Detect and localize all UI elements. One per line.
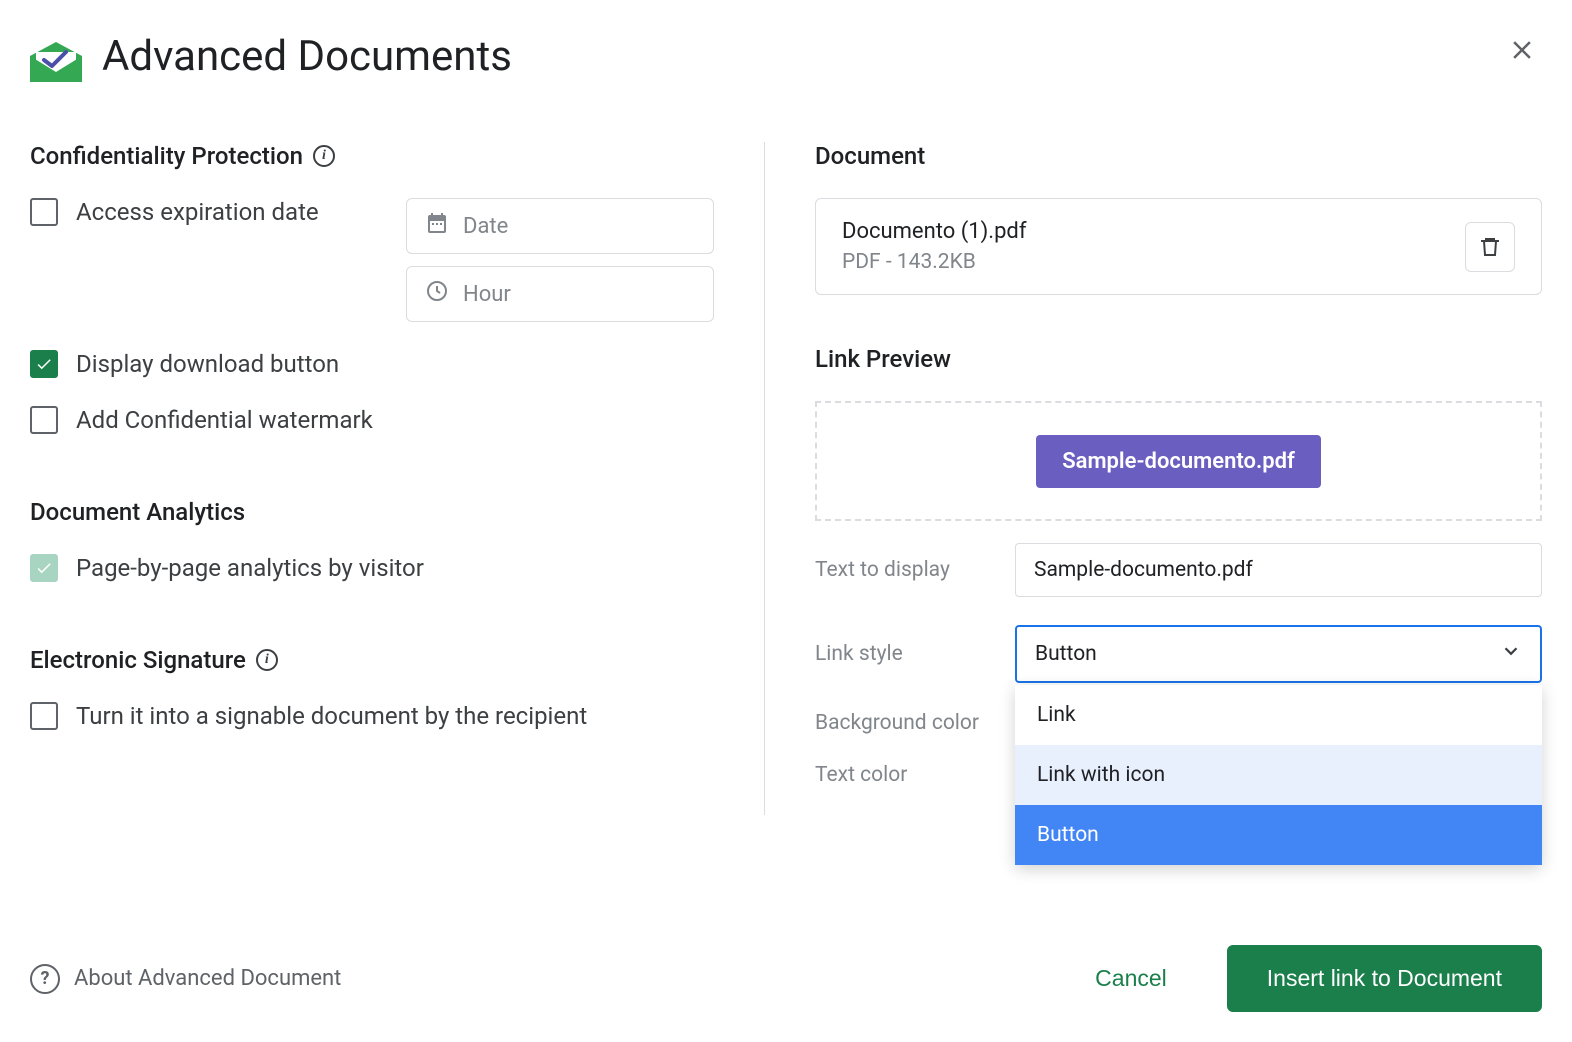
link-style-select[interactable]: Button Link Link with icon Button <box>1015 625 1542 683</box>
add-watermark-checkbox[interactable] <box>30 406 58 434</box>
delete-document-button[interactable] <box>1465 222 1515 272</box>
display-download-checkbox[interactable] <box>30 350 58 378</box>
link-style-label: Link style <box>815 642 1015 666</box>
calendar-icon <box>425 211 449 241</box>
preview-button: Sample-documento.pdf <box>1036 435 1321 488</box>
info-icon[interactable]: i <box>313 145 335 167</box>
about-link-text: About Advanced Document <box>74 966 341 991</box>
text-to-display-input[interactable]: Sample-documento.pdf <box>1015 543 1542 597</box>
analytics-title: Document Analytics <box>30 498 714 526</box>
help-icon: ? <box>30 964 60 994</box>
insert-link-button[interactable]: Insert link to Document <box>1227 945 1542 1012</box>
document-name: Documento (1).pdf <box>842 219 1027 244</box>
link-preview-title: Link Preview <box>815 345 1542 373</box>
date-input[interactable]: Date <box>406 198 714 254</box>
hour-placeholder: Hour <box>463 282 511 307</box>
close-button[interactable] <box>1507 35 1537 69</box>
text-to-display-label: Text to display <box>815 558 1015 582</box>
text-color-label: Text color <box>815 763 1015 787</box>
link-style-dropdown: Link Link with icon Button <box>1015 685 1542 865</box>
trash-icon <box>1478 235 1502 259</box>
dialog-header: Advanced Documents <box>30 30 1542 82</box>
hour-input[interactable]: Hour <box>406 266 714 322</box>
access-expiration-row: Access expiration date Date Hour <box>30 198 714 322</box>
document-meta: PDF - 143.2KB <box>842 250 1027 274</box>
dialog-title: Advanced Documents <box>102 32 512 81</box>
dropdown-option-link-with-icon[interactable]: Link with icon <box>1015 745 1542 805</box>
page-analytics-checkbox[interactable] <box>30 554 58 582</box>
info-icon[interactable]: i <box>256 649 278 671</box>
page-analytics-label: Page-by-page analytics by visitor <box>76 554 424 582</box>
document-card: Documento (1).pdf PDF - 143.2KB <box>815 198 1542 295</box>
about-link[interactable]: ? About Advanced Document <box>30 964 341 994</box>
chevron-down-icon <box>1500 640 1522 668</box>
signature-title-text: Electronic Signature <box>30 646 246 674</box>
display-download-label: Display download button <box>76 350 339 378</box>
signature-title: Electronic Signature i <box>30 646 714 674</box>
signable-label: Turn it into a signable document by the … <box>76 702 587 730</box>
clock-icon <box>425 279 449 309</box>
right-column: Document Documento (1).pdf PDF - 143.2KB… <box>765 142 1542 815</box>
close-icon <box>1507 35 1537 65</box>
background-color-label: Background color <box>815 711 1015 735</box>
date-placeholder: Date <box>463 214 508 239</box>
app-icon <box>30 30 82 82</box>
dropdown-option-link[interactable]: Link <box>1015 685 1542 745</box>
confidentiality-title: Confidentiality Protection i <box>30 142 714 170</box>
dialog-footer: ? About Advanced Document Cancel Insert … <box>30 945 1542 1012</box>
link-preview-box: Sample-documento.pdf <box>815 401 1542 521</box>
left-column: Confidentiality Protection i Access expi… <box>30 142 765 815</box>
confidentiality-title-text: Confidentiality Protection <box>30 142 303 170</box>
access-expiration-checkbox[interactable] <box>30 198 58 226</box>
dropdown-option-button[interactable]: Button <box>1015 805 1542 865</box>
link-style-value: Button <box>1035 642 1097 666</box>
add-watermark-label: Add Confidential watermark <box>76 406 373 434</box>
cancel-button[interactable]: Cancel <box>1075 953 1187 1004</box>
signable-checkbox[interactable] <box>30 702 58 730</box>
document-section-title: Document <box>815 142 1542 170</box>
access-expiration-label: Access expiration date <box>76 198 319 226</box>
